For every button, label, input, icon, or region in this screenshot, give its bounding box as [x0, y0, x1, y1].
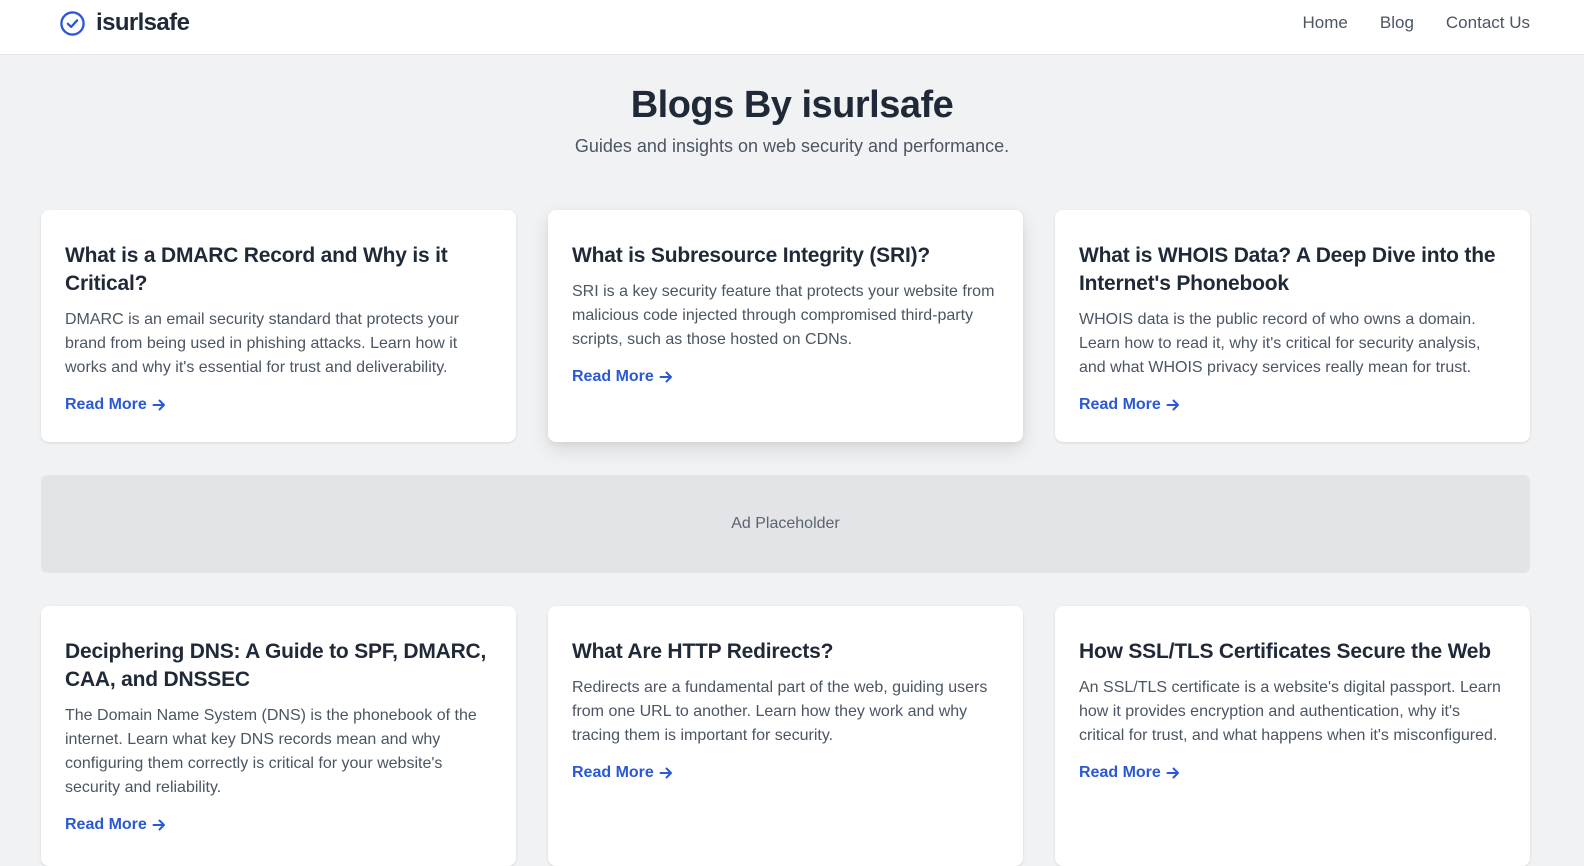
top-navbar: isurlsafe Home Blog Contact Us — [0, 0, 1584, 55]
brand-logo-link[interactable]: isurlsafe — [59, 9, 190, 37]
read-more-link[interactable]: Read More — [65, 396, 166, 414]
blog-card-excerpt: SRI is a key security feature that prote… — [572, 283, 995, 348]
read-more-label: Read More — [65, 396, 147, 413]
blog-card-excerpt: An SSL/TLS certificate is a website's di… — [1079, 679, 1501, 744]
arrow-right-icon — [152, 399, 165, 411]
read-more-label: Read More — [65, 816, 147, 833]
page-title: Blogs By isurlsafe — [630, 84, 954, 126]
check-circle-icon — [60, 10, 85, 36]
blog-card-excerpt: WHOIS data is the public record of who o… — [1079, 311, 1481, 376]
blog-card: What is a DMARC Record and Why is it Cri… — [41, 210, 516, 442]
blog-card-title[interactable]: How SSL/TLS Certificates Secure the Web — [1079, 638, 1506, 666]
page-subtitle: Guides and insights on web security and … — [574, 136, 1010, 156]
arrow-right-icon — [1166, 767, 1179, 779]
nav-link-contact[interactable]: Contact Us — [1446, 13, 1530, 33]
nav-link-home[interactable]: Home — [1303, 13, 1348, 33]
ad-placeholder-label: Ad Placeholder — [731, 515, 840, 532]
arrow-right-icon — [1166, 399, 1179, 411]
read-more-link[interactable]: Read More — [65, 816, 166, 834]
brand-name: isurlsafe — [96, 9, 190, 36]
arrow-right-icon — [152, 819, 165, 831]
read-more-label: Read More — [1079, 396, 1161, 413]
blog-card-title[interactable]: What is a DMARC Record and Why is it Cri… — [65, 242, 492, 298]
main-nav: Home Blog Contact Us — [1303, 13, 1530, 33]
blog-card: What Are HTTP Redirects? Redirects are a… — [548, 606, 1023, 866]
arrow-right-icon — [659, 767, 672, 779]
blog-card-title[interactable]: What Are HTTP Redirects? — [572, 638, 999, 666]
nav-link-blog[interactable]: Blog — [1380, 13, 1414, 33]
read-more-link[interactable]: Read More — [572, 764, 673, 782]
ad-placeholder: Ad Placeholder — [41, 475, 1530, 573]
blog-card-excerpt: DMARC is an email security standard that… — [65, 311, 459, 376]
read-more-label: Read More — [572, 368, 654, 385]
blog-card: What is WHOIS Data? A Deep Dive into the… — [1055, 210, 1530, 442]
blog-card-title[interactable]: What is WHOIS Data? A Deep Dive into the… — [1079, 242, 1506, 298]
read-more-label: Read More — [1079, 764, 1161, 781]
blog-card-excerpt: The Domain Name System (DNS) is the phon… — [65, 707, 477, 796]
read-more-link[interactable]: Read More — [1079, 764, 1180, 782]
blog-card: How SSL/TLS Certificates Secure the Web … — [1055, 606, 1530, 866]
read-more-link[interactable]: Read More — [1079, 396, 1180, 414]
blog-card: Deciphering DNS: A Guide to SPF, DMARC, … — [41, 606, 516, 866]
blog-card-excerpt: Redirects are a fundamental part of the … — [572, 679, 988, 744]
read-more-label: Read More — [572, 764, 654, 781]
blog-card-title[interactable]: What is Subresource Integrity (SRI)? — [572, 242, 999, 270]
arrow-right-icon — [659, 371, 672, 383]
blog-card: What is Subresource Integrity (SRI)? SRI… — [548, 210, 1023, 442]
blog-card-title[interactable]: Deciphering DNS: A Guide to SPF, DMARC, … — [65, 638, 492, 694]
read-more-link[interactable]: Read More — [572, 368, 673, 386]
